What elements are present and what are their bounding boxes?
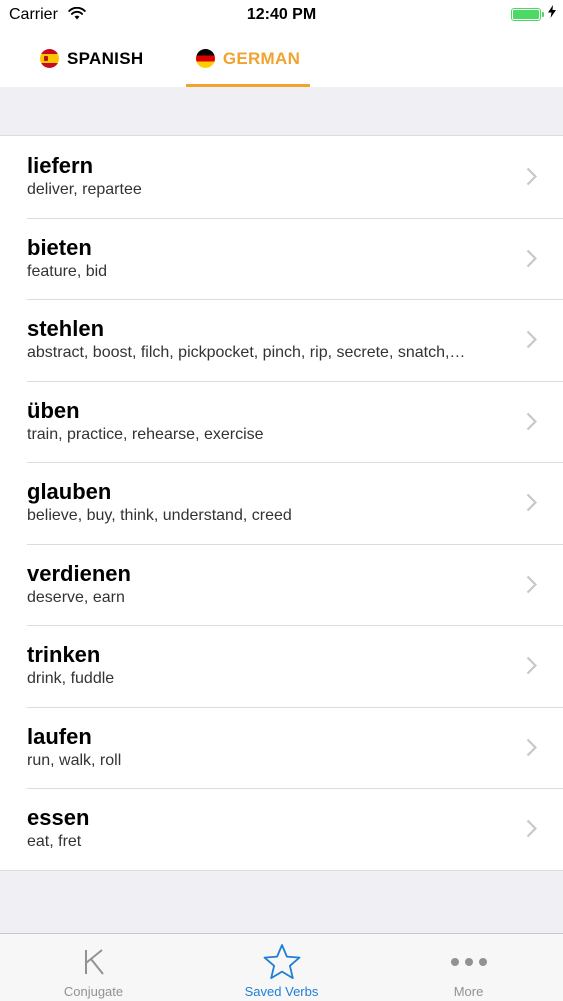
k-letter-icon xyxy=(0,942,187,982)
tab-more[interactable]: More xyxy=(375,934,562,1001)
verb-row[interactable]: essen eat, fret xyxy=(0,788,563,870)
tab-spanish[interactable]: SPANISH xyxy=(40,30,143,87)
chevron-right-icon xyxy=(526,330,538,354)
verb-translations: believe, buy, think, understand, creed xyxy=(27,507,292,524)
tab-saved-verbs-label: Saved Verbs xyxy=(244,984,319,999)
tab-saved-verbs[interactable]: Saved Verbs xyxy=(188,934,375,1001)
verb-row[interactable]: bieten feature, bid xyxy=(0,217,563,300)
tab-conjugate[interactable]: Conjugate xyxy=(0,934,187,1001)
chevron-right-icon xyxy=(526,167,538,191)
saved-verbs-list: liefern deliver, repartee bieten feature… xyxy=(0,135,563,871)
chevron-right-icon xyxy=(526,738,538,762)
chevron-right-icon xyxy=(526,412,538,436)
verb-title: laufen xyxy=(27,723,92,749)
spain-flag-icon xyxy=(40,49,59,68)
verb-translations: deserve, earn xyxy=(27,588,125,606)
verb-title: stehlen xyxy=(27,316,105,341)
verb-title: glauben xyxy=(27,479,112,504)
charging-bolt-icon xyxy=(548,5,556,23)
verb-translations: abstract, boost, filch, pickpocket, pinc… xyxy=(27,344,466,361)
verb-title: bieten xyxy=(27,234,92,260)
verb-row[interactable]: glauben believe, buy, think, understand,… xyxy=(0,462,563,544)
battery-icon xyxy=(511,8,544,21)
bottom-tab-bar: Conjugate Saved Verbs More xyxy=(0,933,563,1001)
star-icon xyxy=(188,942,375,982)
verb-translations: run, walk, roll xyxy=(27,751,122,769)
verb-translations: deliver, repartee xyxy=(27,181,142,198)
verb-row[interactable]: trinken drink, fuddle xyxy=(0,625,563,707)
verb-title: trinken xyxy=(27,642,101,667)
status-bar: Carrier 12:40 PM xyxy=(0,0,563,30)
tab-more-label: More xyxy=(453,984,484,999)
verb-translations: feature, bid xyxy=(27,262,108,280)
verb-row[interactable]: laufen run, walk, roll xyxy=(0,706,563,789)
chevron-right-icon xyxy=(526,656,538,680)
germany-flag-icon xyxy=(195,49,215,68)
verb-row[interactable]: stehlen abstract, boost, filch, pickpock… xyxy=(0,299,563,381)
tab-german[interactable]: GERMAN xyxy=(186,30,310,87)
battery-cap xyxy=(542,12,544,17)
verb-row[interactable]: verdienen deserve, earn xyxy=(0,543,563,626)
verb-translations: train, practice, rehearse, exercise xyxy=(27,425,264,443)
chevron-right-icon xyxy=(526,493,538,517)
verb-title: üben xyxy=(27,397,80,423)
battery-level-fill xyxy=(513,10,539,19)
chevron-right-icon xyxy=(526,575,538,599)
more-dots-icon xyxy=(375,942,562,982)
verb-title: essen xyxy=(27,805,90,830)
verb-title: verdienen xyxy=(27,560,131,586)
tab-conjugate-label: Conjugate xyxy=(63,984,124,999)
status-time: 12:40 PM xyxy=(246,6,317,23)
verb-row[interactable]: üben train, practice, rehearse, exercise xyxy=(0,380,563,463)
verb-row[interactable]: liefern deliver, repartee xyxy=(0,136,563,218)
tab-spanish-label: SPANISH xyxy=(67,48,144,68)
verb-translations: drink, fuddle xyxy=(27,670,115,687)
language-tabs: SPANISH GERMAN xyxy=(0,30,563,87)
selected-tab-indicator xyxy=(186,84,310,87)
tab-german-label: GERMAN xyxy=(222,48,301,68)
verb-translations: eat, fret xyxy=(27,833,82,850)
chevron-right-icon xyxy=(526,249,538,273)
verb-title: liefern xyxy=(27,153,94,178)
chevron-right-icon xyxy=(526,819,538,843)
